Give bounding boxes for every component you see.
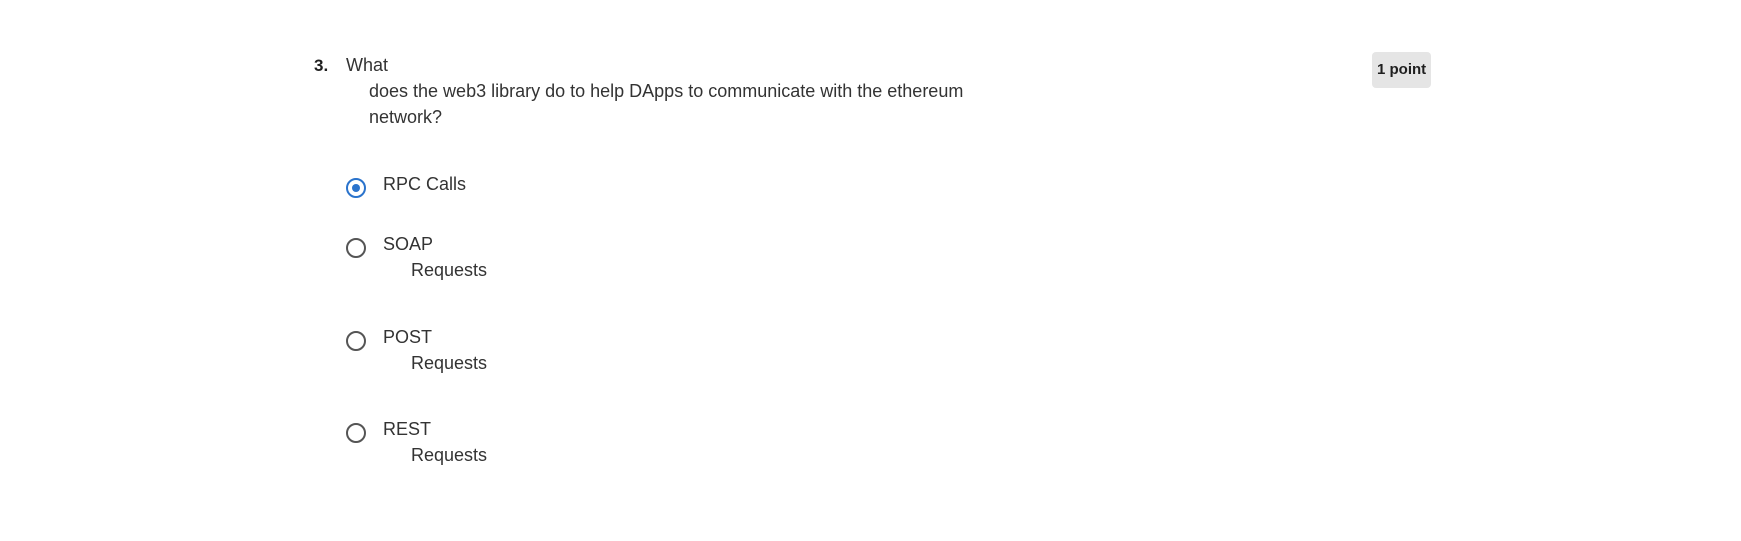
option-label-line-1: SOAP xyxy=(383,234,434,254)
option-label-line-1: RPC Calls xyxy=(383,174,467,194)
radio-unchecked-icon[interactable] xyxy=(346,238,366,258)
question-number: 3. xyxy=(314,56,329,75)
question-text-line-2: does the web3 library do to help DApps t… xyxy=(369,81,964,101)
question-text-line-3: network? xyxy=(369,107,443,127)
option-label-line-2: Requests xyxy=(411,260,488,280)
option-label-line-1: POST xyxy=(383,327,433,347)
option-label-line-1: REST xyxy=(383,419,432,439)
radio-unchecked-icon[interactable] xyxy=(346,331,366,351)
points-badge: 1 point xyxy=(1372,52,1432,88)
question-text: What does the web3 library do to help DA… xyxy=(346,52,986,130)
question-text-line-1: What xyxy=(346,55,389,75)
radio-unchecked-icon[interactable] xyxy=(346,423,366,443)
radio-checked-icon[interactable] xyxy=(346,178,366,198)
option-label: REST Requests xyxy=(383,416,487,468)
option-label-line-2: Requests xyxy=(411,353,488,373)
option-label: SOAP Requests xyxy=(383,231,487,283)
option-label-line-2: Requests xyxy=(411,445,488,465)
option-label: POST Requests xyxy=(383,324,487,376)
option-label: RPC Calls xyxy=(383,171,466,197)
